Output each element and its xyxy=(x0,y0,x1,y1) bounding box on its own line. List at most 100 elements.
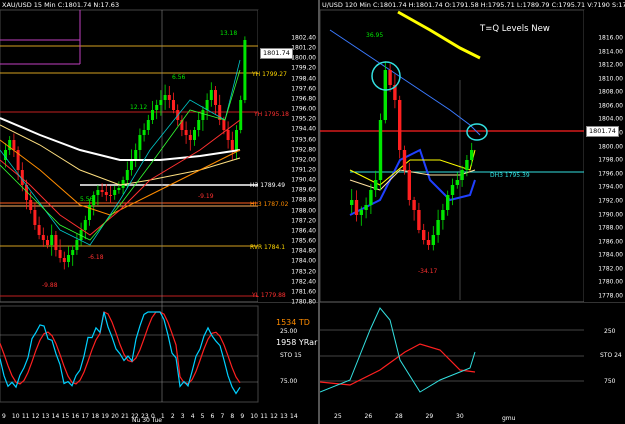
candle-body xyxy=(54,235,58,250)
left-y-label: 1793.60 xyxy=(291,136,316,144)
candle-body xyxy=(33,210,37,225)
candle-body xyxy=(388,70,392,85)
candle-body xyxy=(172,100,175,110)
candle-body xyxy=(450,185,455,195)
left-x-label: 11 xyxy=(260,413,268,420)
left-x-label: 16 xyxy=(71,413,80,420)
right-osc-250: 250 xyxy=(604,328,616,335)
candle-body xyxy=(100,190,104,192)
left-y-label: 1794.40 xyxy=(291,125,316,133)
yellow-curve xyxy=(397,10,481,60)
yellow-ma xyxy=(349,149,476,186)
right-y-label: 1788.00 xyxy=(598,224,623,232)
left-x-label: 13 xyxy=(41,413,50,420)
left-y-label: 1788.80 xyxy=(291,196,316,204)
osc-td-label: 1534 TD xyxy=(276,318,310,327)
right-y-label: 1796.00 xyxy=(598,170,623,178)
candle-body xyxy=(46,240,49,245)
candle-body xyxy=(117,188,121,190)
candle-body xyxy=(205,100,209,110)
candle-body xyxy=(436,220,440,235)
right-chart-panel[interactable]: U/USD 120 Min C:1801.74 H:1801.74 O:1791… xyxy=(320,0,625,424)
left-x-label: 7 xyxy=(220,413,225,420)
osc-sto-label: STO 15 xyxy=(280,352,302,359)
candle-body xyxy=(226,130,230,140)
right-x-label: 25 xyxy=(334,413,342,420)
candle-body xyxy=(50,235,54,245)
left-y-label: 1782.40 xyxy=(291,278,316,286)
candle-body xyxy=(354,200,359,215)
candle-body xyxy=(155,105,159,110)
left-y-label: 1801.20 xyxy=(291,44,316,52)
left-x-label: 10 xyxy=(11,413,20,420)
candle-body xyxy=(163,95,167,100)
tag-yh: YH 1799.27 xyxy=(252,71,287,78)
tag-919: -9.19 xyxy=(198,193,214,200)
left-chart-panel[interactable]: XAU/USD 15 Min C:1801.74 N:17.63 1802.40… xyxy=(0,0,318,424)
tag-h3: H3 1789.49 xyxy=(250,182,286,189)
candle-body xyxy=(455,180,459,185)
candle-body xyxy=(209,90,213,100)
left-y-label: 1785.60 xyxy=(291,237,316,245)
left-price-axis[interactable]: 1802.40 1801.20 1800.00 1799.20 1798.40 1797.… xyxy=(258,10,318,306)
candle-body xyxy=(41,235,45,240)
candle-body xyxy=(431,235,435,245)
right-price-chart[interactable] xyxy=(320,0,625,424)
left-x-label: 18 xyxy=(91,413,100,420)
left-y-label: 1783.20 xyxy=(291,268,316,276)
candle-body xyxy=(378,120,383,180)
candle-body xyxy=(29,200,33,210)
left-y-label: 1789.60 xyxy=(291,186,316,194)
right-osc-sto: STO 24 xyxy=(600,352,622,359)
right-price-frame xyxy=(320,9,585,303)
left-x-label: 9 xyxy=(2,413,6,420)
candle-body xyxy=(167,95,171,100)
right-x-extra: gmu xyxy=(502,415,516,422)
right-y-label: 1784.00 xyxy=(598,251,623,259)
right-y-label: 1798.00 xyxy=(598,156,623,164)
candle-body xyxy=(113,190,117,195)
left-x-mid-label: Nu 30 Tue xyxy=(132,417,162,424)
right-y-label: 1794.00 xyxy=(598,183,623,191)
left-y-label: 1799.20 xyxy=(291,64,316,72)
left-price-frame xyxy=(0,9,259,303)
left-y-label: 1802.40 xyxy=(291,34,316,42)
tag-1212: 12.12 xyxy=(130,104,148,111)
candle-body xyxy=(398,100,402,150)
right-x-label: 28 xyxy=(395,413,403,420)
osc-cyan-line xyxy=(0,311,241,395)
candle-body xyxy=(412,200,416,210)
candle-body xyxy=(239,100,243,130)
right-x-label: 30 xyxy=(456,413,464,420)
left-x-label: 12 xyxy=(31,413,40,420)
right-y-label: 1786.00 xyxy=(598,238,623,246)
right-y-label: 1816.00 xyxy=(598,34,623,42)
left-current-price-box: 1801.74 xyxy=(260,48,293,59)
tag-3417: -34.17 xyxy=(418,268,438,275)
left-x-label: 6 xyxy=(210,413,215,420)
right-price-axis[interactable]: 1816.00 1814.00 1812.00 1810.00 1808.00 1806.… xyxy=(584,10,625,302)
candle-body xyxy=(446,195,450,210)
candle-body xyxy=(235,130,238,150)
left-y-label: 1784.00 xyxy=(291,257,316,265)
candle-body xyxy=(369,190,373,205)
osc-red-line xyxy=(0,311,241,385)
candle-body xyxy=(193,130,196,140)
left-y-label: 1792.00 xyxy=(291,156,316,164)
left-x-label: 21 xyxy=(121,413,129,420)
left-y-label: 1786.40 xyxy=(291,227,316,235)
right-y-label: 1810.00 xyxy=(598,75,623,83)
candle-body xyxy=(146,120,150,130)
right-x-label: 29 xyxy=(425,413,434,420)
right-y-label: 1808.00 xyxy=(598,88,623,96)
right-time-axis[interactable]: 25 26 28 29 30 xyxy=(320,404,625,424)
candle-body xyxy=(75,240,79,250)
candle-body xyxy=(134,150,138,160)
osc-75-label: 75.00 xyxy=(280,378,298,385)
ma-white xyxy=(0,117,241,161)
candle-body xyxy=(201,110,205,120)
candle-body xyxy=(197,120,201,130)
left-x-label: 5 xyxy=(200,413,205,420)
candle-body xyxy=(88,205,91,220)
left-x-label: 3 xyxy=(180,413,185,420)
